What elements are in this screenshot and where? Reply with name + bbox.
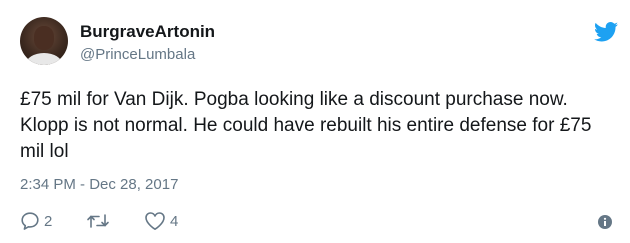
like-count: 4	[170, 212, 179, 230]
avatar-shirt	[26, 53, 62, 65]
heart-icon	[145, 212, 165, 230]
tweet-text: £75 mil for Van Dijk. Pogba looking like…	[20, 89, 592, 162]
tweet-card: BurgraveArtonin @PrinceLumbala £75 mil f…	[0, 0, 630, 243]
retweet-button[interactable]	[86, 210, 114, 232]
like-button[interactable]: 4	[144, 210, 178, 232]
retweet-icon	[87, 214, 109, 228]
tweet-timestamp[interactable]: 2:34 PM - Dec 28, 2017	[20, 176, 178, 193]
avatar[interactable]	[20, 17, 68, 65]
avatar-face	[34, 26, 54, 50]
twitter-bird-icon[interactable]	[594, 22, 618, 42]
info-icon[interactable]	[598, 215, 612, 229]
reply-count: 2	[44, 212, 53, 230]
reply-button[interactable]: 2	[20, 210, 52, 232]
reply-icon	[21, 212, 39, 230]
user-display-name[interactable]: BurgraveArtonin	[80, 22, 215, 42]
user-handle[interactable]: @PrinceLumbala	[80, 46, 195, 63]
